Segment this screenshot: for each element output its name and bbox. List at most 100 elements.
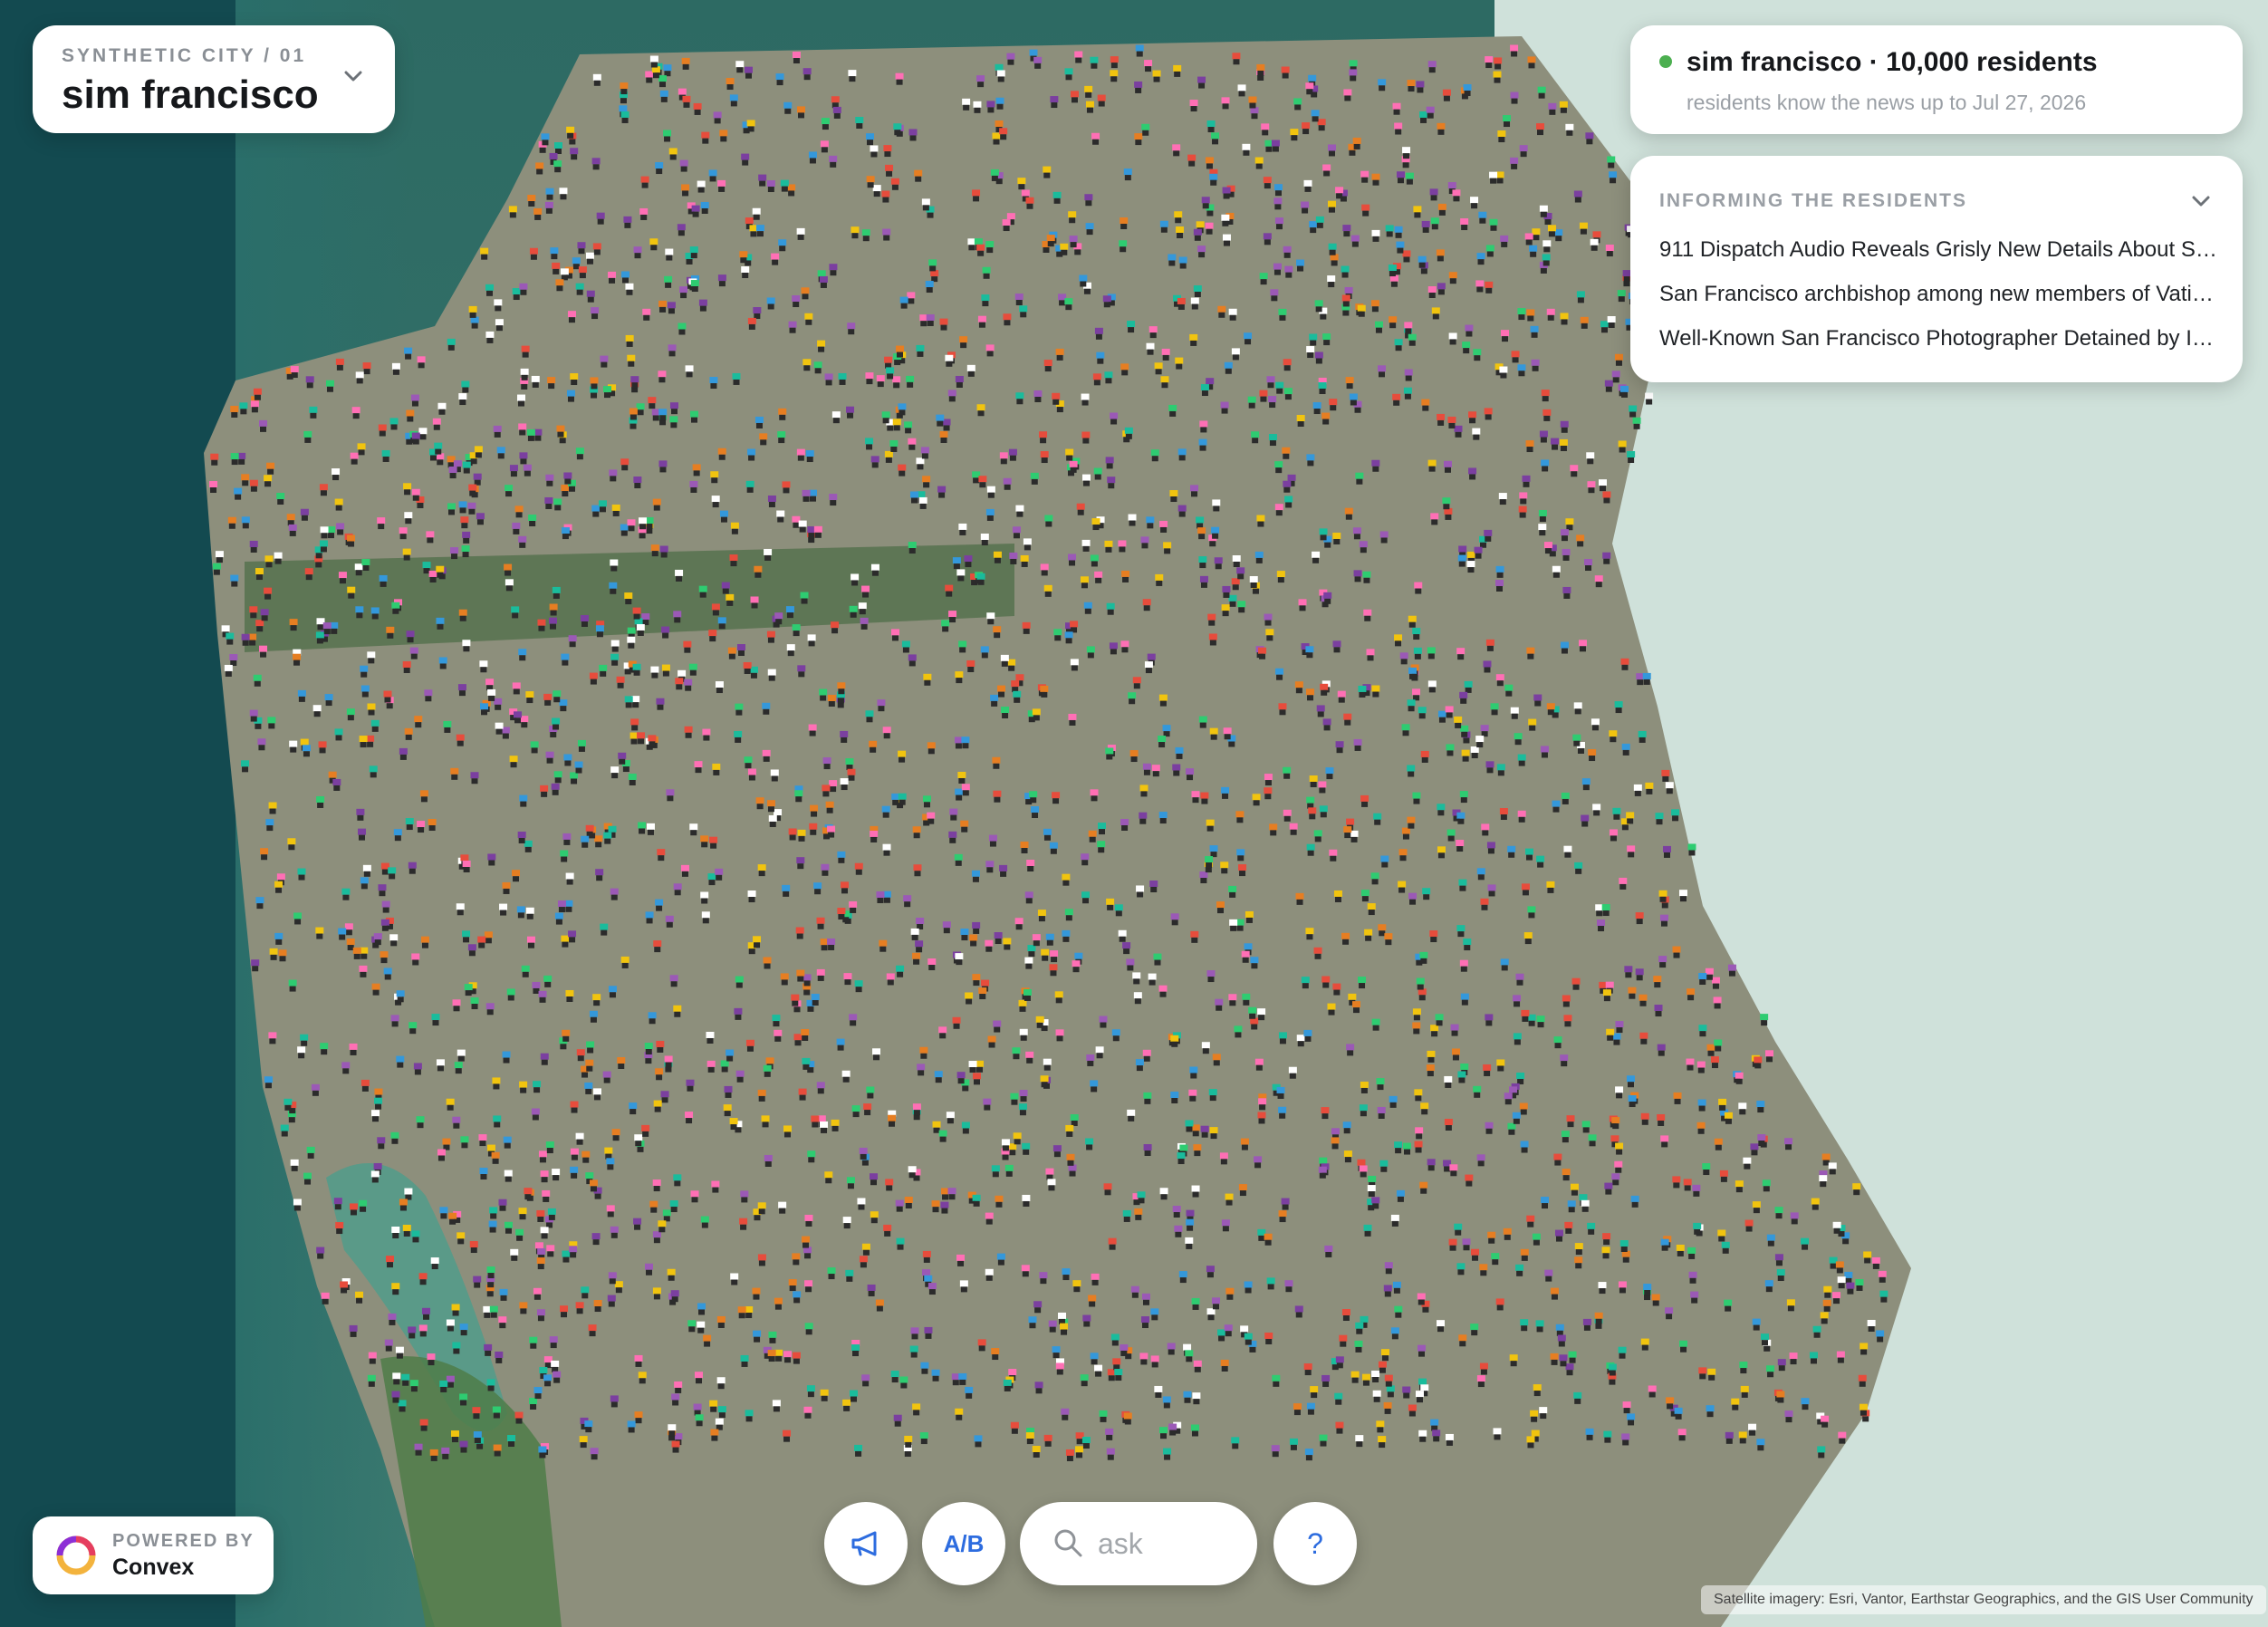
resident-sprite[interactable] <box>384 1339 393 1352</box>
resident-sprite[interactable] <box>502 881 511 894</box>
resident-sprite[interactable] <box>986 486 995 498</box>
resident-sprite[interactable] <box>762 702 771 715</box>
resident-sprite[interactable] <box>1273 184 1283 197</box>
resident-sprite[interactable] <box>906 375 915 388</box>
resident-sprite[interactable] <box>1019 305 1028 318</box>
resident-sprite[interactable] <box>1104 371 1113 384</box>
resident-sprite[interactable] <box>1560 641 1569 654</box>
resident-sprite[interactable] <box>1309 775 1318 787</box>
resident-sprite[interactable] <box>1070 91 1079 103</box>
resident-sprite[interactable] <box>1236 849 1245 862</box>
resident-sprite[interactable] <box>899 1376 908 1389</box>
resident-sprite[interactable] <box>655 899 664 911</box>
resident-sprite[interactable] <box>1601 904 1610 917</box>
resident-sprite[interactable] <box>1314 351 1323 364</box>
resident-sprite[interactable] <box>1091 132 1100 145</box>
resident-sprite[interactable] <box>1144 661 1153 674</box>
resident-sprite[interactable] <box>227 516 236 529</box>
resident-sprite[interactable] <box>1607 156 1616 168</box>
announce-button[interactable] <box>824 1502 908 1585</box>
resident-sprite[interactable] <box>1327 200 1336 213</box>
resident-sprite[interactable] <box>1105 747 1114 760</box>
resident-sprite[interactable] <box>755 797 764 810</box>
resident-sprite[interactable] <box>1394 122 1403 135</box>
resident-sprite[interactable] <box>1197 76 1206 89</box>
resident-sprite[interactable] <box>785 606 794 619</box>
resident-sprite[interactable] <box>302 745 311 757</box>
resident-sprite[interactable] <box>306 1146 315 1159</box>
resident-sprite[interactable] <box>1735 1180 1744 1193</box>
resident-sprite[interactable] <box>1001 707 1010 719</box>
resident-sprite[interactable] <box>857 1198 866 1210</box>
resident-sprite[interactable] <box>274 932 284 945</box>
resident-sprite[interactable] <box>350 452 359 465</box>
resident-sprite[interactable] <box>450 1430 459 1443</box>
resident-sprite[interactable] <box>585 1059 594 1072</box>
resident-sprite[interactable] <box>940 1201 949 1214</box>
resident-sprite[interactable] <box>1158 985 1168 997</box>
resident-sprite[interactable] <box>1199 871 1208 884</box>
resident-sprite[interactable] <box>1435 1014 1444 1026</box>
resident-sprite[interactable] <box>653 940 662 953</box>
resident-sprite[interactable] <box>1526 1215 1535 1227</box>
resident-sprite[interactable] <box>297 689 306 702</box>
resident-sprite[interactable] <box>495 722 504 735</box>
resident-sprite[interactable] <box>618 752 627 765</box>
resident-sprite[interactable] <box>355 1291 364 1304</box>
resident-sprite[interactable] <box>1386 1385 1395 1398</box>
resident-sprite[interactable] <box>553 690 562 703</box>
resident-sprite[interactable] <box>210 453 219 466</box>
resident-sprite[interactable] <box>688 663 697 676</box>
resident-sprite[interactable] <box>580 614 589 627</box>
resident-sprite[interactable] <box>1597 919 1606 932</box>
resident-sprite[interactable] <box>1407 816 1416 829</box>
resident-sprite[interactable] <box>1662 845 1671 858</box>
resident-sprite[interactable] <box>1427 61 1437 73</box>
resident-sprite[interactable] <box>1614 701 1623 714</box>
resident-sprite[interactable] <box>354 563 363 576</box>
resident-sprite[interactable] <box>1142 763 1151 775</box>
resident-sprite[interactable] <box>1349 69 1358 82</box>
resident-sprite[interactable] <box>543 975 553 987</box>
resident-sprite[interactable] <box>1713 996 1722 1009</box>
resident-sprite[interactable] <box>1150 449 1159 462</box>
resident-sprite[interactable] <box>708 169 717 182</box>
resident-sprite[interactable] <box>890 629 899 641</box>
resident-sprite[interactable] <box>939 318 948 331</box>
resident-sprite[interactable] <box>892 376 901 389</box>
resident-sprite[interactable] <box>1408 892 1418 905</box>
resident-sprite[interactable] <box>710 471 719 484</box>
resident-sprite[interactable] <box>968 1061 977 1073</box>
resident-sprite[interactable] <box>908 129 918 141</box>
resident-sprite[interactable] <box>1403 387 1412 400</box>
resident-sprite[interactable] <box>1658 890 1667 902</box>
resident-sprite[interactable] <box>1417 1293 1426 1305</box>
resident-sprite[interactable] <box>371 1110 380 1122</box>
resident-sprite[interactable] <box>917 1064 926 1076</box>
resident-sprite[interactable] <box>1011 680 1020 693</box>
resident-sprite[interactable] <box>209 481 218 494</box>
resident-sprite[interactable] <box>653 1100 662 1112</box>
resident-sprite[interactable] <box>709 836 718 849</box>
resident-sprite[interactable] <box>1836 1351 1845 1363</box>
resident-sprite[interactable] <box>966 659 975 672</box>
resident-sprite[interactable] <box>1018 999 1027 1012</box>
resident-sprite[interactable] <box>927 1283 937 1295</box>
resident-sprite[interactable] <box>334 498 343 511</box>
resident-sprite[interactable] <box>1090 789 1099 802</box>
resident-sprite[interactable] <box>793 1291 802 1304</box>
resident-sprite[interactable] <box>931 1200 940 1213</box>
resident-sprite[interactable] <box>561 653 570 666</box>
resident-sprite[interactable] <box>1094 327 1103 340</box>
resident-sprite[interactable] <box>260 609 269 621</box>
resident-sprite[interactable] <box>542 1189 551 1202</box>
resident-sprite[interactable] <box>554 912 563 925</box>
resident-sprite[interactable] <box>829 155 838 168</box>
resident-sprite[interactable] <box>607 1295 616 1307</box>
resident-sprite[interactable] <box>990 694 999 707</box>
resident-sprite[interactable] <box>726 78 735 91</box>
resident-sprite[interactable] <box>531 1108 540 1121</box>
resident-sprite[interactable] <box>716 1315 726 1328</box>
resident-sprite[interactable] <box>1465 1174 1474 1187</box>
resident-sprite[interactable] <box>1302 122 1311 135</box>
